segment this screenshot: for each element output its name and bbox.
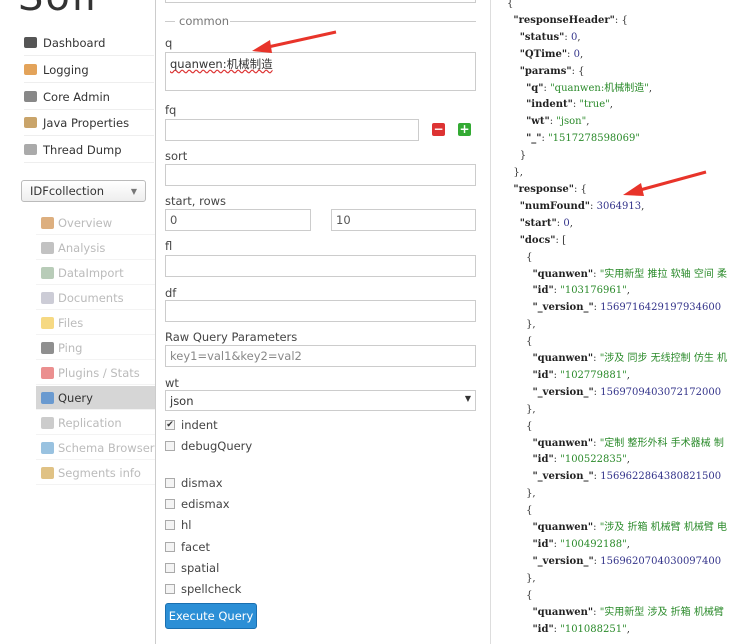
sidebar-item-label: Logging — [43, 62, 89, 77]
checkbox-label: edismax — [181, 497, 230, 511]
home-icon — [41, 216, 54, 229]
folder-icon — [41, 316, 54, 329]
sidebar-item-dashboard[interactable]: Dashboard — [24, 30, 154, 56]
core-item-label: Overview — [58, 215, 113, 230]
checkbox-spellcheck[interactable]: spellcheck — [165, 582, 241, 596]
checkbox-spatial[interactable]: spatial — [165, 561, 219, 575]
segments-icon — [41, 466, 54, 479]
sidebar-item-label: Core Admin — [43, 89, 110, 104]
checkbox-box[interactable] — [165, 542, 175, 552]
checkbox-hl[interactable]: hl — [165, 518, 191, 532]
core-item-label: Query — [58, 390, 93, 405]
core-item-files[interactable]: Files — [36, 311, 155, 335]
checkbox-indent[interactable]: ✔ indent — [165, 418, 218, 432]
core-item-label: DataImport — [58, 265, 124, 280]
checkbox-box[interactable] — [165, 584, 175, 594]
checkbox-label: hl — [181, 518, 192, 532]
checkbox-label: dismax — [181, 476, 223, 490]
logging-icon — [24, 64, 37, 75]
ping-icon — [41, 341, 54, 354]
dashboard-icon — [24, 37, 37, 48]
documents-icon — [41, 291, 54, 304]
checkbox-label: spatial — [181, 561, 220, 575]
core-item-label: Files — [58, 315, 84, 330]
checkbox-box[interactable] — [165, 499, 175, 509]
magnifier-icon — [41, 391, 54, 404]
core-item-replication[interactable]: Replication — [36, 411, 155, 435]
sidebar-item-label: Dashboard — [43, 35, 106, 50]
sidebar-item-core-admin[interactable]: Core Admin — [24, 84, 154, 110]
replication-icon — [41, 416, 54, 429]
checkbox-facet[interactable]: facet — [165, 540, 210, 554]
checkbox-box[interactable] — [165, 520, 175, 530]
funnel-icon — [41, 241, 54, 254]
sidebar-item-logging[interactable]: Logging — [24, 57, 154, 83]
core-item-label: Documents — [58, 290, 124, 305]
core-item-ping[interactable]: Ping — [36, 336, 155, 360]
checkbox-edismax[interactable]: edismax — [165, 497, 230, 511]
sidebar-item-label: Java Properties — [43, 115, 130, 130]
core-item-segments-info[interactable]: Segments info — [36, 461, 155, 485]
sidebar-item-thread-dump[interactable]: Thread Dump — [24, 137, 154, 163]
sidebar-item-java-properties[interactable]: Java Properties — [24, 110, 154, 136]
core-item-label: Plugins / Stats — [58, 365, 140, 380]
checkbox-debugquery[interactable]: debugQuery — [165, 439, 252, 453]
checkbox-label: spellcheck — [181, 582, 242, 596]
core-item-analysis[interactable]: Analysis — [36, 236, 155, 260]
core-item-dataimport[interactable]: DataImport — [36, 261, 155, 285]
thread-dump-icon — [24, 144, 37, 155]
checkbox-dismax[interactable]: dismax — [165, 476, 223, 490]
checkbox-box[interactable] — [165, 478, 175, 488]
core-item-label: Analysis — [58, 240, 106, 255]
plugins-icon — [41, 366, 54, 379]
checkbox-box[interactable]: ✔ — [165, 420, 175, 430]
checkbox-label: facet — [181, 540, 211, 554]
core-item-overview[interactable]: Overview — [36, 211, 155, 235]
core-item-label: Schema Browser — [58, 440, 155, 455]
checkbox-label: debugQuery — [181, 439, 253, 453]
sidebar-item-label: Thread Dump — [43, 142, 122, 157]
schema-icon — [41, 441, 54, 454]
checkbox-box[interactable] — [165, 563, 175, 573]
core-item-label: Segments info — [58, 465, 141, 480]
core-item-documents[interactable]: Documents — [36, 286, 155, 310]
core-item-label: Replication — [58, 415, 122, 430]
dataimport-icon — [41, 266, 54, 279]
checkbox-box[interactable] — [165, 441, 175, 451]
core-admin-icon — [24, 91, 37, 102]
java-properties-icon — [24, 117, 37, 128]
core-item-plugins-stats[interactable]: Plugins / Stats — [36, 361, 155, 385]
checkbox-label: indent — [181, 418, 218, 432]
red-arrow-icon — [252, 30, 707, 196]
core-item-label: Ping — [58, 340, 83, 355]
core-item-schema-browser[interactable]: Schema Browser — [36, 436, 155, 460]
core-item-query[interactable]: Query — [36, 386, 155, 410]
